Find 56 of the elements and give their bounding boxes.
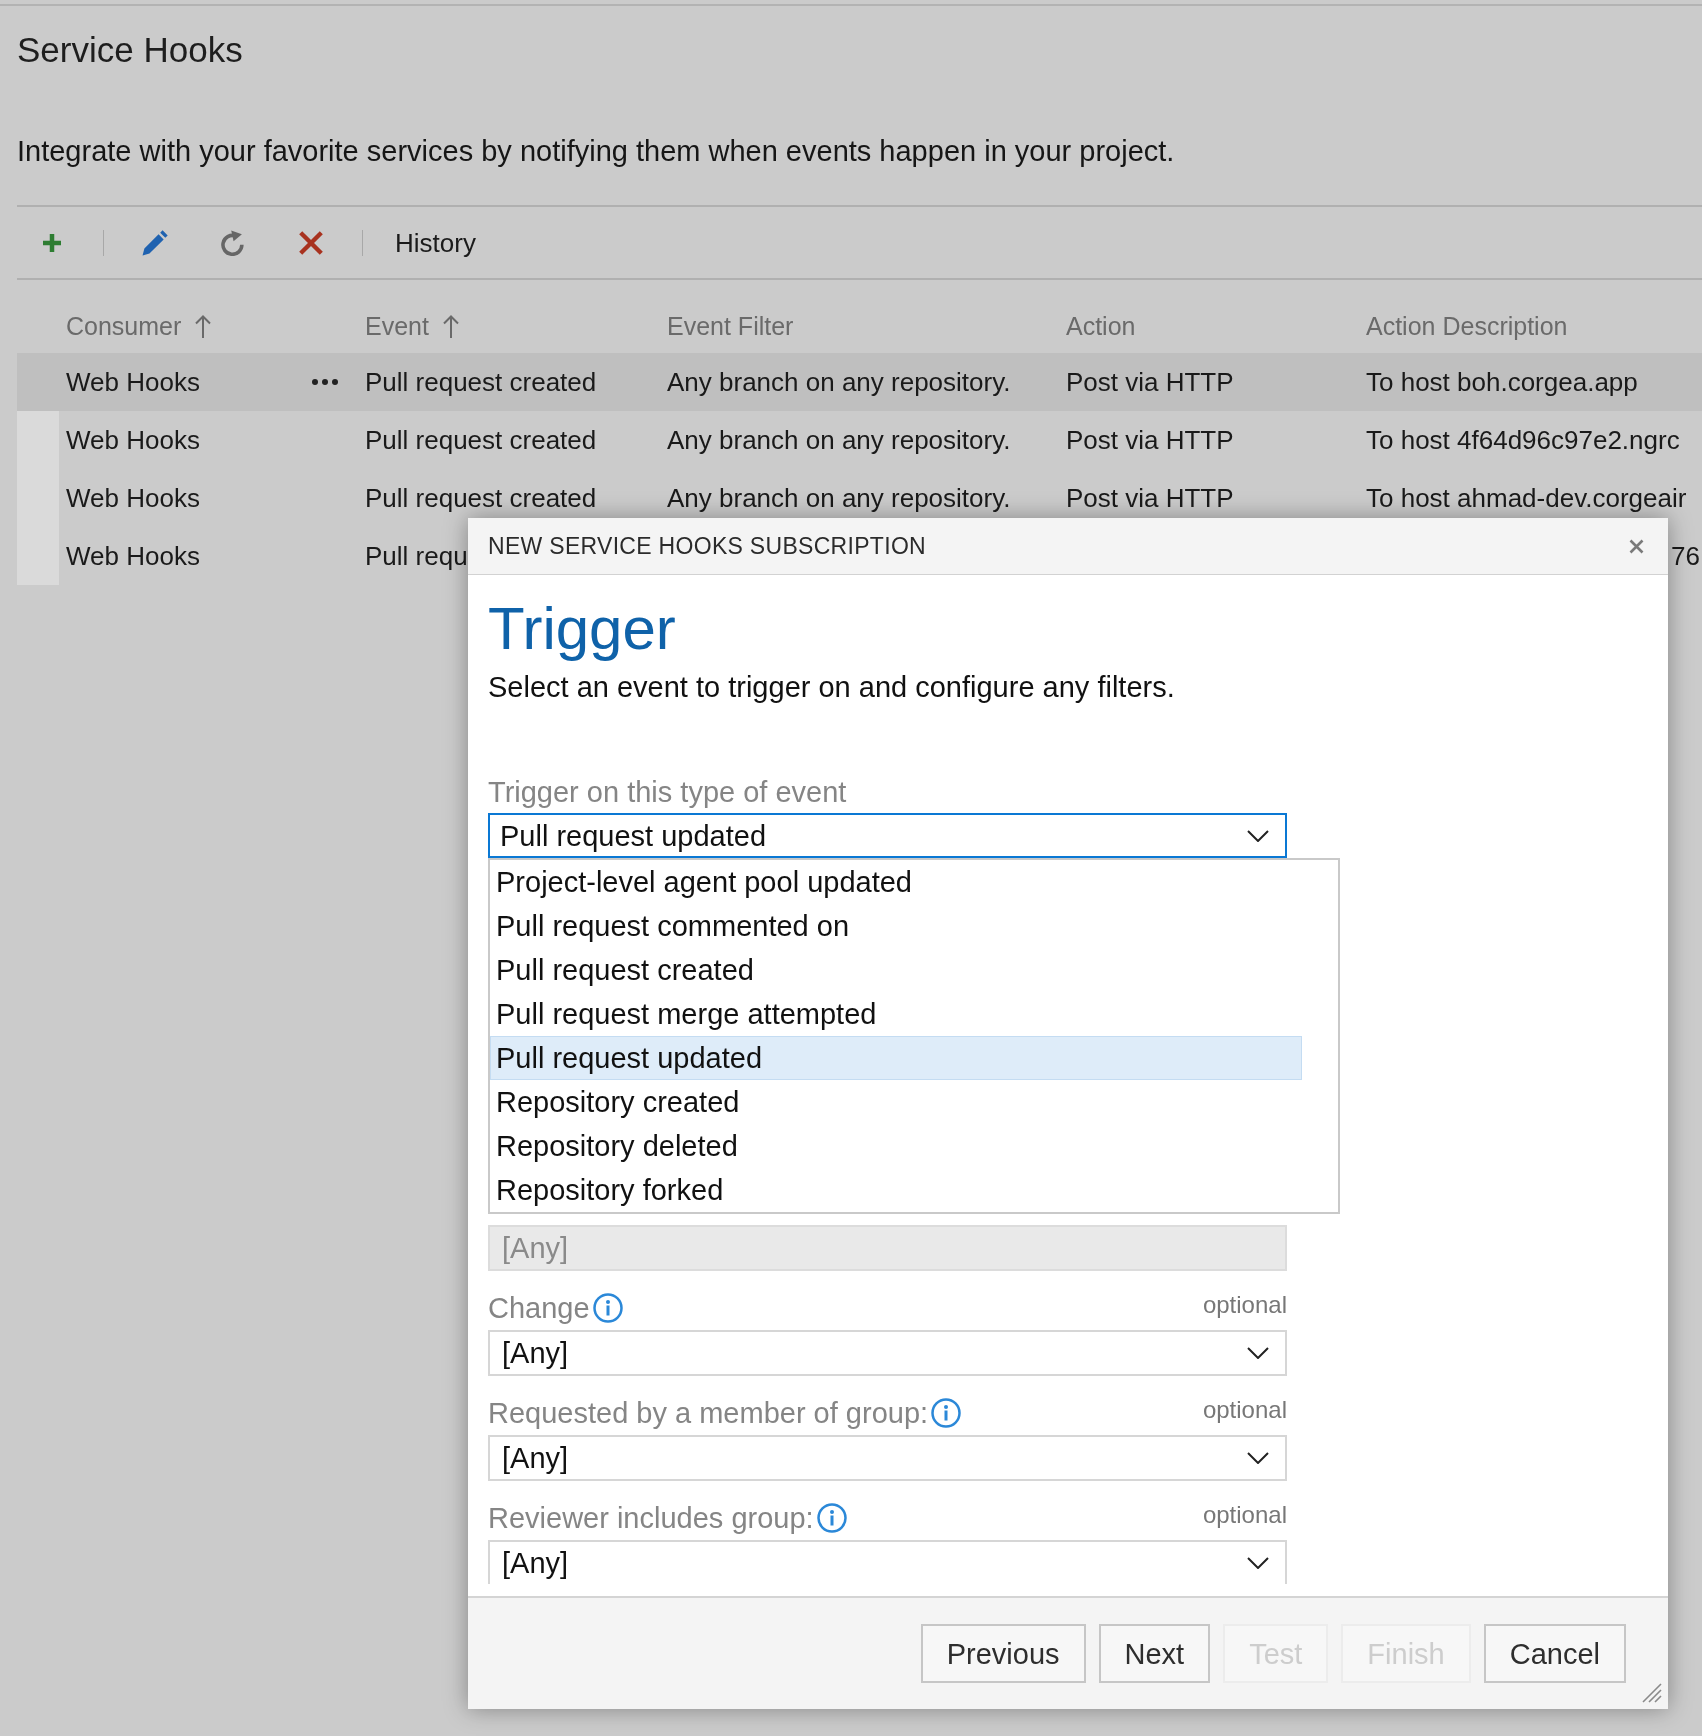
action-description: 76 xyxy=(1671,541,1700,571)
field-label: Reviewer includes group: xyxy=(488,1501,814,1535)
filter-select[interactable]: [Any] xyxy=(488,1330,1287,1376)
page-description: Integrate with your favorite services by notifying them when events happen in your project. xyxy=(17,134,1175,168)
action-description: To host 4f64d96c97e2.ngrc xyxy=(1366,425,1680,455)
event-filter: Any branch on any repository. xyxy=(667,425,1011,455)
action-name: Post via HTTP xyxy=(1066,367,1234,397)
event-name: Pull requ xyxy=(365,541,468,571)
chevron-down-icon xyxy=(1247,1347,1269,1359)
pencil-icon[interactable] xyxy=(142,229,168,256)
event-filter: Any branch on any repository. xyxy=(667,483,1011,513)
consumer-name: Web Hooks xyxy=(66,541,200,571)
resize-grip-icon[interactable] xyxy=(1642,1683,1662,1703)
sort-arrow-icon[interactable] xyxy=(195,314,212,338)
consumer-name: Web Hooks xyxy=(66,367,200,397)
optional-note: optional xyxy=(1202,1291,1287,1319)
sort-arrow-icon[interactable] xyxy=(442,314,459,338)
action-description: To host ahmad-dev.corgeair xyxy=(1366,483,1687,513)
page-title: Service Hooks xyxy=(17,29,243,71)
chevron-down-icon xyxy=(1247,829,1269,842)
field-label: Requested by a member of group: xyxy=(488,1396,929,1430)
refresh-icon[interactable] xyxy=(220,229,246,256)
info-icon[interactable] xyxy=(592,1293,623,1323)
dialog-button[interactable]: Cancel xyxy=(1483,1624,1626,1683)
close-icon[interactable] xyxy=(1629,538,1644,554)
event-name: Pull request created xyxy=(365,483,597,513)
dropdown-option[interactable]: Pull request updated xyxy=(490,1036,1302,1080)
action-name: Post via HTTP xyxy=(1066,425,1234,455)
event-filter: Any branch on any repository. xyxy=(667,367,1011,397)
consumer-name: Web Hooks xyxy=(66,483,200,513)
event-name: Pull request created xyxy=(365,367,597,397)
event-type-select[interactable]: Pull request updated xyxy=(488,813,1287,858)
filter-select[interactable]: [Any] xyxy=(488,1435,1287,1481)
action-description: To host boh.corgea.app xyxy=(1366,367,1638,397)
dialog-button[interactable]: Next xyxy=(1098,1624,1211,1683)
plus-icon[interactable] xyxy=(43,233,61,252)
info-icon[interactable] xyxy=(816,1503,847,1533)
action-name: Post via HTTP xyxy=(1066,483,1234,513)
event-name: Pull request created xyxy=(365,425,597,455)
dialog-button[interactable]: Previous xyxy=(920,1624,1086,1683)
chevron-down-icon xyxy=(1247,1452,1269,1464)
more-icon[interactable] xyxy=(312,379,338,385)
info-icon[interactable] xyxy=(931,1398,962,1428)
field-label: Change xyxy=(488,1291,590,1325)
cross-icon[interactable] xyxy=(298,229,324,256)
field-label: Trigger on this type of event xyxy=(488,775,847,809)
trigger-heading: Trigger xyxy=(488,595,676,663)
history-button[interactable]: History xyxy=(395,227,476,258)
consumer-name: Web Hooks xyxy=(66,425,200,455)
dialog-title: NEW SERVICE HOOKS SUBSCRIPTION xyxy=(488,532,926,560)
chevron-down-icon xyxy=(1247,1557,1269,1569)
optional-note: optional xyxy=(1202,1396,1287,1424)
optional-note: optional xyxy=(1202,1501,1287,1529)
trigger-subtitle: Select an event to trigger on and configure any filters. xyxy=(488,670,1175,704)
table-row[interactable]: Web Hooks Pull request created Any branch on any repository. Post via HTTP To host boh.corgea.app xyxy=(17,353,1702,411)
filter-select[interactable]: [Any] xyxy=(488,1540,1287,1584)
